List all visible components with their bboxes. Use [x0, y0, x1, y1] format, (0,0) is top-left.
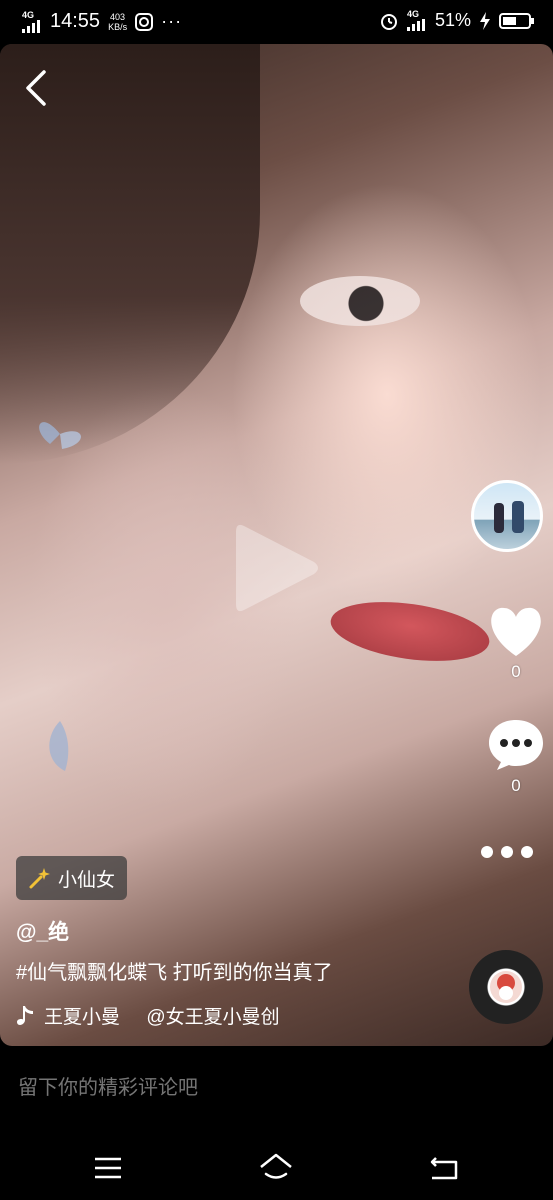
- menu-icon[interactable]: [90, 1150, 126, 1186]
- system-nav-bar: [0, 1136, 553, 1200]
- more-notifications: ···: [161, 11, 183, 31]
- video-player[interactable]: 0 0 小仙女 @_绝 #仙气飘飘化蝶飞 打听到的你当真了 王夏小曼 @女王夏小…: [0, 44, 553, 1046]
- like-action[interactable]: 0: [487, 606, 545, 682]
- network-indicator: 4G: [406, 9, 427, 31]
- comment-input[interactable]: [16, 1076, 420, 1101]
- tag-label: 小仙女: [58, 869, 116, 891]
- home-icon[interactable]: [258, 1150, 294, 1186]
- comment-action[interactable]: 0: [487, 718, 545, 796]
- music-disc-icon: [490, 971, 522, 1003]
- battery-icon: [499, 12, 534, 29]
- creator-avatar[interactable]: [471, 480, 543, 552]
- alarm-icon: [380, 13, 397, 30]
- back-icon[interactable]: [22, 68, 50, 108]
- music-info[interactable]: 王夏小曼 @女王夏小曼创: [16, 1002, 280, 1029]
- video-eye-shape: [300, 276, 420, 326]
- butterfly-icon: [39, 422, 81, 449]
- return-icon[interactable]: [426, 1150, 462, 1186]
- network-speed: 403 KB/s: [108, 12, 127, 32]
- network-label: 4G: [406, 9, 419, 19]
- heart-icon[interactable]: [487, 606, 545, 658]
- comment-count: 0: [511, 776, 521, 795]
- tag-chip[interactable]: 小仙女: [16, 856, 128, 900]
- wand-icon: [29, 868, 50, 889]
- status-left: 4G 14:55 403 KB/s ···: [22, 10, 182, 33]
- battery-percent: 51%: [434, 10, 471, 30]
- speed-unit: KB/s: [108, 21, 128, 32]
- music-disc[interactable]: [469, 950, 543, 1024]
- signal-label: 4G: [22, 9, 35, 20]
- speed-value: 403: [110, 11, 126, 22]
- clock: 14:55: [50, 10, 101, 32]
- more-icon[interactable]: [479, 842, 535, 862]
- video-lips-shape: [326, 593, 494, 670]
- status-right: 4G 51%: [379, 10, 535, 31]
- post-description: #仙气飘飘化蝶飞 打听到的你当真了: [16, 962, 333, 984]
- butterfly-small-icon: [49, 721, 69, 771]
- signal-indicator: 4G: [22, 9, 42, 33]
- signal-bars-icon: [22, 19, 40, 33]
- status-bar: 4G 14:55 403 KB/s ··· 4G 51%: [0, 0, 553, 44]
- music-text: 王夏小曼 @女王夏小曼创: [44, 1007, 280, 1028]
- charging-icon: [480, 11, 490, 30]
- like-count: 0: [511, 662, 521, 681]
- play-icon[interactable]: [232, 518, 322, 618]
- comment-bar: [0, 1046, 553, 1136]
- author-name[interactable]: @_绝: [16, 916, 69, 946]
- network-bars-icon: [406, 19, 425, 31]
- comment-icon[interactable]: [487, 718, 545, 772]
- music-note-icon: [17, 1005, 33, 1025]
- app-notification-icon: [135, 12, 154, 31]
